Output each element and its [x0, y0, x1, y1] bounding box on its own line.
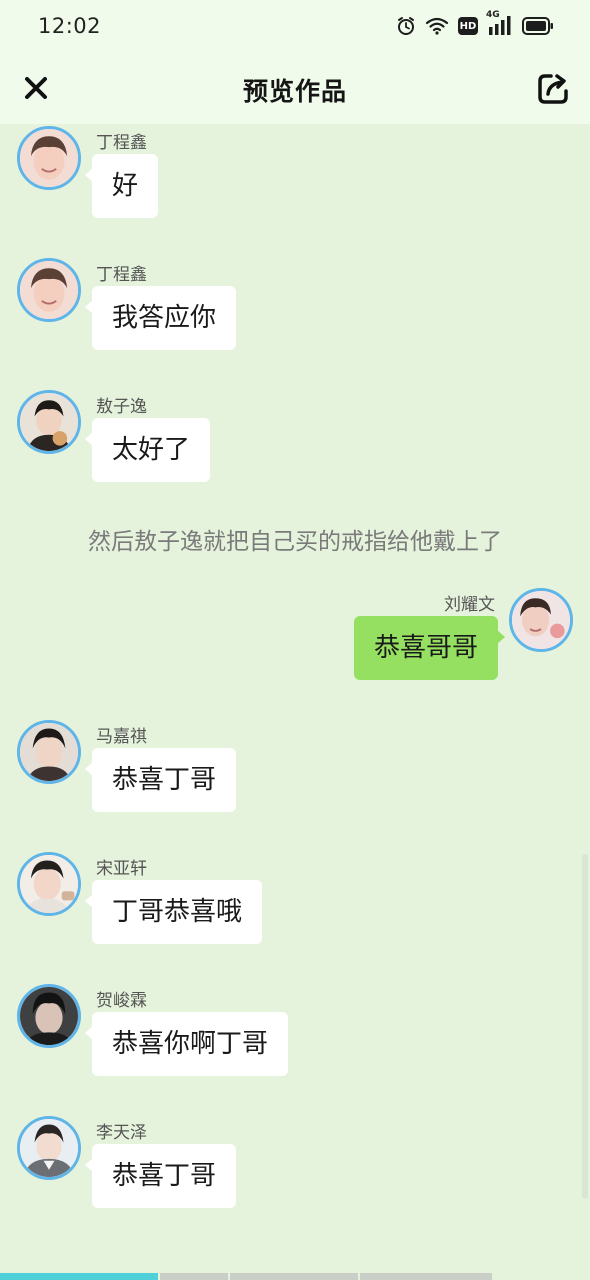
chat-message: 丁程鑫 好 [0, 124, 590, 224]
avatar[interactable] [17, 390, 81, 454]
message-bubble[interactable]: 恭喜丁哥 [84, 1144, 237, 1208]
scrollbar[interactable] [582, 854, 588, 1199]
sender-name: 丁程鑫 [96, 133, 147, 153]
progress-segment [230, 1273, 358, 1280]
sender-name: 贺峻霖 [96, 991, 147, 1011]
progress-segment [360, 1273, 492, 1280]
status-time: 12:02 [38, 14, 102, 38]
chat-message: 贺峻霖 恭喜你啊丁哥 [0, 982, 590, 1082]
chat-message: 宋亚轩 丁哥恭喜哦 [0, 850, 590, 950]
progress-segment [160, 1273, 228, 1280]
message-bubble[interactable]: 我答应你 [84, 286, 237, 350]
chat-message-self: 刘耀文 恭喜哥哥 [0, 586, 590, 686]
page-progress-bar [0, 1273, 590, 1280]
avatar[interactable] [17, 258, 81, 322]
message-bubble[interactable]: 恭喜哥哥 [353, 616, 506, 680]
sender-name: 刘耀文 [444, 595, 495, 615]
sender-name: 宋亚轩 [96, 859, 147, 879]
status-icons: HD 4G [396, 10, 554, 39]
avatar[interactable] [509, 588, 573, 652]
message-bubble[interactable]: 恭喜丁哥 [84, 748, 237, 812]
avatar[interactable] [17, 1116, 81, 1180]
title-bar: 预览作品 [0, 52, 590, 124]
wifi-icon [425, 16, 449, 36]
hd-icon: HD [458, 17, 478, 35]
network-type-label: 4G [486, 10, 500, 20]
status-bar: 12:02 HD 4G [0, 0, 590, 52]
avatar[interactable] [17, 126, 81, 190]
message-bubble[interactable]: 好 [84, 154, 159, 218]
avatar[interactable] [17, 720, 81, 784]
sender-name: 李天泽 [96, 1123, 147, 1143]
page-title: 预览作品 [242, 77, 347, 106]
top-area: 12:02 HD 4G 预览作品 [0, 0, 590, 124]
message-bubble[interactable]: 太好了 [84, 418, 211, 482]
chat-message: 敖子逸 太好了 [0, 388, 590, 488]
chat-message: 李天泽 恭喜丁哥 [0, 1114, 590, 1214]
chat-area[interactable]: 丁程鑫 好 丁程鑫 我答应你 敖子逸 太好了 然后敖子逸就把自己买的戒指给他戴上… [0, 124, 590, 1274]
chat-message: 马嘉祺 恭喜丁哥 [0, 718, 590, 818]
share-button[interactable] [534, 70, 572, 108]
progress-segment-active [0, 1273, 158, 1280]
avatar[interactable] [17, 852, 81, 916]
message-bubble[interactable]: 丁哥恭喜哦 [84, 880, 263, 944]
battery-icon [522, 17, 554, 35]
chat-message: 丁程鑫 我答应你 [0, 256, 590, 356]
share-icon [538, 74, 568, 104]
message-bubble[interactable]: 恭喜你啊丁哥 [84, 1012, 289, 1076]
alarm-icon [396, 16, 416, 36]
sender-name: 敖子逸 [96, 397, 147, 417]
sender-name: 马嘉祺 [96, 727, 147, 747]
sender-name: 丁程鑫 [96, 265, 147, 285]
avatar[interactable] [17, 984, 81, 1048]
narration-text: 然后敖子逸就把自己买的戒指给他戴上了 [88, 529, 502, 555]
signal-icon: 4G [486, 10, 513, 36]
